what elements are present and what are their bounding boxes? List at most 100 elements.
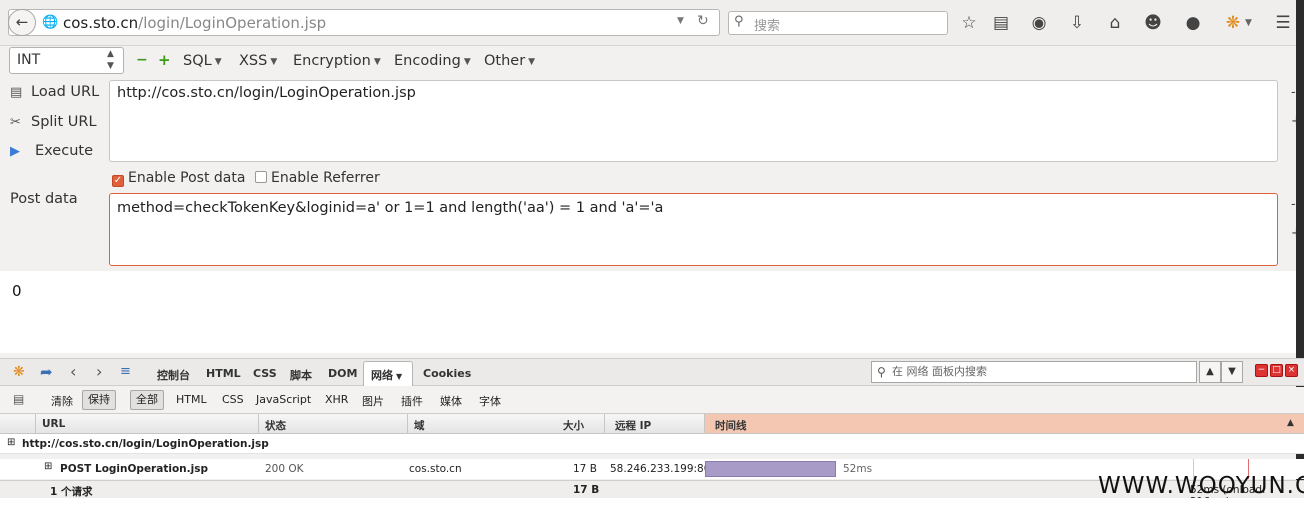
- col-status[interactable]: 状态: [265, 418, 286, 433]
- col-remote-ip[interactable]: 远程 IP: [615, 418, 651, 433]
- col-size[interactable]: 大小: [563, 418, 584, 433]
- search-icon: ⚲: [734, 14, 744, 29]
- menu-xss[interactable]: XSS ▼: [239, 53, 277, 69]
- filter-js[interactable]: JavaScript: [256, 393, 311, 406]
- request-time: 52ms: [843, 463, 873, 475]
- download-icon[interactable]: ⇩: [1066, 12, 1088, 34]
- search-icon: ⚲: [877, 365, 886, 379]
- watermark-text: WWW.WOOYUN.ORG: [1098, 473, 1304, 499]
- response-output: 0: [12, 282, 22, 300]
- menu-icon[interactable]: ☰: [1272, 12, 1294, 34]
- filter-fonts[interactable]: 字体: [479, 393, 501, 409]
- execute-button[interactable]: ▶ Execute: [10, 143, 93, 159]
- firebug-search-input[interactable]: ⚲ 在 网络 面板内搜索: [871, 361, 1197, 383]
- tab-cookies[interactable]: Cookies: [423, 367, 471, 380]
- net-table-header: URL 状态 域 大小 远程 IP 时间线 ▲: [0, 414, 1304, 434]
- detach-icon[interactable]: □: [1270, 364, 1283, 377]
- filter-media[interactable]: 媒体: [440, 393, 462, 409]
- close-icon[interactable]: ×: [1285, 364, 1298, 377]
- inspect-icon[interactable]: ➦: [40, 363, 53, 381]
- forward-arrow-icon[interactable]: ›: [96, 362, 102, 381]
- request-status: 200 OK: [265, 463, 304, 475]
- timeline-header-bg: [705, 414, 1304, 433]
- timeline-bar: [705, 461, 836, 477]
- url-bar[interactable]: ← 🌐 cos.sto.cn/login/LoginOperation.jsp …: [8, 9, 720, 36]
- search-next-button[interactable]: ▼: [1221, 361, 1243, 383]
- col-timeline[interactable]: 时间线: [715, 418, 747, 433]
- int-select[interactable]: INT ▲ ▼: [9, 47, 124, 74]
- plus-icon[interactable]: +: [158, 51, 171, 69]
- reading-list-icon[interactable]: ▤: [990, 12, 1012, 34]
- expand-icon[interactable]: ⊞: [7, 437, 15, 448]
- filter-images[interactable]: 图片: [362, 393, 384, 409]
- url-shrink-button[interactable]: -: [1291, 85, 1296, 100]
- site-info-icon[interactable]: 🌐: [42, 15, 58, 30]
- post-data-value: method=checkTokenKey&loginid=a' or 1=1 a…: [117, 200, 664, 216]
- post-data-label: Post data: [10, 191, 78, 207]
- firebug-menu-icon[interactable]: ❋: [13, 364, 25, 380]
- scissors-icon: ✂: [10, 115, 21, 130]
- request-method-file: POST LoginOperation.jsp: [60, 463, 208, 475]
- tab-console[interactable]: 控制台: [157, 367, 190, 383]
- command-line-icon[interactable]: ≡: [120, 364, 131, 379]
- checkbox-unchecked-icon: [255, 171, 267, 183]
- filter-xhr[interactable]: XHR: [325, 393, 348, 406]
- firebug-icon[interactable]: ❋: [1222, 12, 1244, 34]
- split-url-button[interactable]: ✂ Split URL: [10, 114, 97, 130]
- group-url: http://cos.sto.cn/login/LoginOperation.j…: [22, 438, 269, 450]
- enable-referrer-checkbox[interactable]: Enable Referrer: [255, 170, 380, 186]
- status-area: [0, 498, 1304, 515]
- load-url-button[interactable]: ▤ Load URL: [10, 84, 99, 100]
- tab-css[interactable]: CSS: [253, 367, 277, 380]
- load-url-icon: ▤: [10, 85, 23, 100]
- pocket-icon[interactable]: ◉: [1028, 12, 1050, 34]
- home-icon[interactable]: ⌂: [1104, 12, 1126, 34]
- url-host: cos.sto.cn: [63, 14, 139, 32]
- addon-globe-icon[interactable]: ●: [1182, 12, 1204, 34]
- bookmark-star-icon[interactable]: ☆: [958, 12, 980, 34]
- minus-icon[interactable]: −: [136, 52, 148, 68]
- filter-plugins[interactable]: 插件: [401, 393, 423, 409]
- search-box[interactable]: ⚲ 搜索: [728, 11, 948, 35]
- menu-encryption[interactable]: Encryption ▼: [293, 53, 381, 69]
- url-text[interactable]: cos.sto.cn/login/LoginOperation.jsp: [63, 14, 326, 32]
- menu-other[interactable]: Other ▼: [484, 53, 535, 69]
- request-remote-ip: 58.246.233.199:80: [610, 463, 711, 475]
- back-button[interactable]: ←: [8, 9, 36, 36]
- search-prev-button[interactable]: ▲: [1199, 361, 1221, 383]
- col-url[interactable]: URL: [42, 418, 65, 430]
- xhr-icon[interactable]: ▤: [13, 392, 24, 406]
- filter-css[interactable]: CSS: [222, 393, 244, 406]
- total-size: 17 B: [573, 484, 600, 496]
- url-textarea[interactable]: http://cos.sto.cn/login/LoginOperation.j…: [109, 80, 1278, 162]
- url-path: /login/LoginOperation.jsp: [138, 14, 327, 32]
- menu-encoding[interactable]: Encoding ▼: [394, 53, 471, 69]
- filter-all-button[interactable]: 全部: [130, 390, 164, 410]
- request-domain: cos.sto.cn: [409, 463, 462, 475]
- back-arrow-icon[interactable]: ‹: [70, 362, 76, 381]
- url-dropdown-icon[interactable]: ▼: [677, 16, 684, 26]
- tab-html[interactable]: HTML: [206, 367, 241, 380]
- post-shrink-button[interactable]: -: [1291, 197, 1296, 212]
- tab-script[interactable]: 脚本: [290, 367, 312, 383]
- reload-icon[interactable]: ↻: [697, 13, 709, 29]
- request-count: 1 个请求: [50, 486, 93, 498]
- tab-dom[interactable]: DOM: [328, 367, 357, 380]
- chat-icon[interactable]: ☻: [1142, 12, 1164, 34]
- col-domain[interactable]: 域: [414, 418, 425, 433]
- clear-button[interactable]: 清除: [51, 393, 73, 409]
- tab-net[interactable]: 网络 ▼: [371, 367, 402, 383]
- select-arrows-icon: ▲ ▼: [107, 49, 114, 71]
- checkbox-checked-icon: ✓: [112, 175, 124, 187]
- expand-icon[interactable]: ⊞: [44, 461, 52, 472]
- minimize-icon[interactable]: −: [1255, 364, 1268, 377]
- search-placeholder: 搜索: [754, 19, 781, 34]
- page-group-row[interactable]: ⊞ http://cos.sto.cn/login/LoginOperation…: [0, 434, 1304, 454]
- filter-html[interactable]: HTML: [176, 393, 207, 406]
- persist-button[interactable]: 保持: [82, 390, 116, 410]
- menu-sql[interactable]: SQL ▼: [183, 53, 222, 69]
- enable-post-checkbox[interactable]: ✓ Enable Post data: [112, 170, 245, 187]
- post-data-textarea[interactable]: method=checkTokenKey&loginid=a' or 1=1 a…: [109, 193, 1278, 266]
- sort-icon[interactable]: ▲: [1287, 418, 1294, 428]
- firebug-dropdown-icon[interactable]: ▼: [1245, 18, 1252, 28]
